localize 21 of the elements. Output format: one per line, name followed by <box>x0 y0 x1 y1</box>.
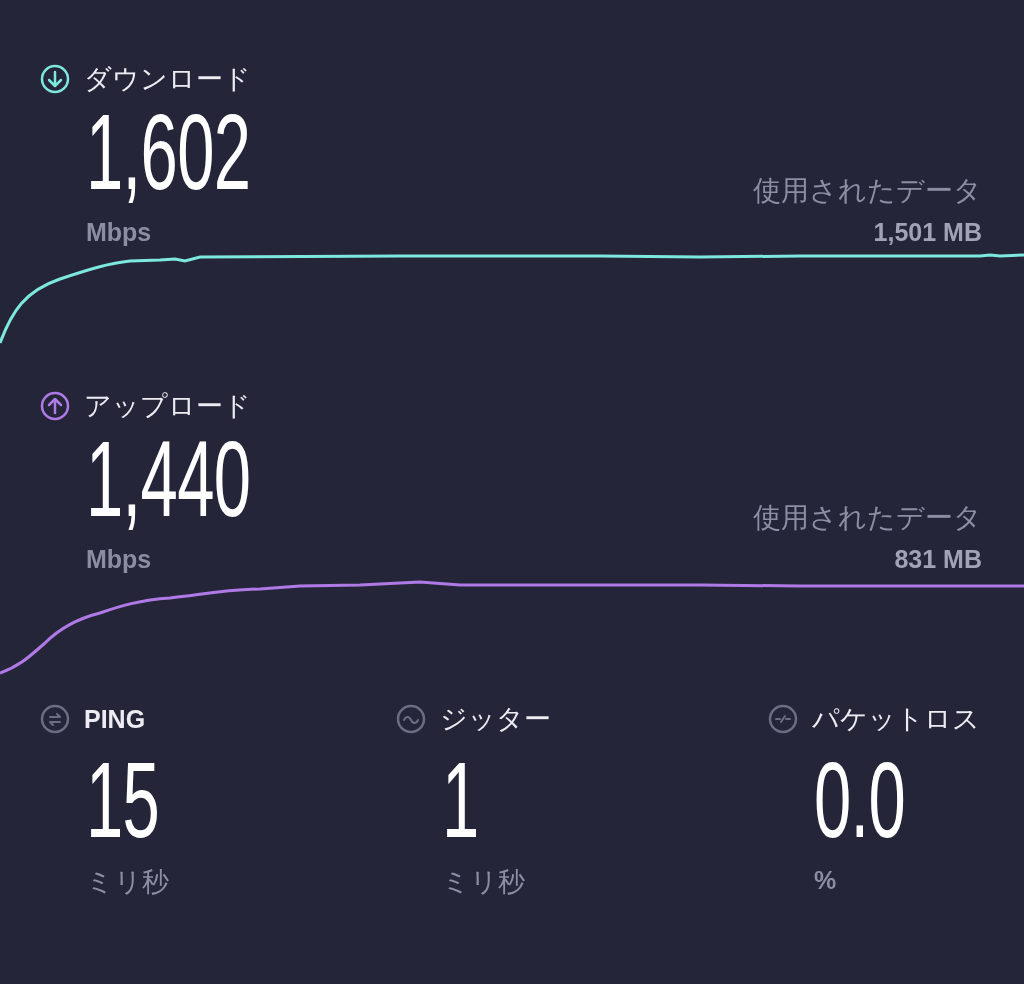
metric-label: パケットロス <box>812 702 980 736</box>
metric-label: PING <box>84 704 146 734</box>
exchange-arrows-icon <box>40 704 70 734</box>
wave-icon <box>396 704 426 734</box>
test-label: アップロード <box>84 389 251 423</box>
metric-value: 1 <box>442 750 479 850</box>
metric-unit: ミリ秒 <box>442 865 526 899</box>
speed-unit: Mbps <box>86 545 153 574</box>
metric-label: ジッター <box>440 702 551 736</box>
data-used-label: 使用されたデータ <box>753 500 982 536</box>
data-used-label: 使用されたデータ <box>753 173 982 209</box>
metric-unit: % <box>814 866 838 895</box>
speed-value: 1,602 <box>86 102 251 202</box>
data-used-value: 831 MB <box>894 545 982 574</box>
test-label: ダウンロード <box>84 62 251 96</box>
speed-value: 1,440 <box>86 429 251 529</box>
metric-value: 0.0 <box>814 750 906 850</box>
metric-value: 15 <box>86 750 160 850</box>
data-used-value: 1,501 MB <box>873 218 982 247</box>
speed-unit: Mbps <box>86 218 153 247</box>
metric-unit: ミリ秒 <box>86 865 170 899</box>
